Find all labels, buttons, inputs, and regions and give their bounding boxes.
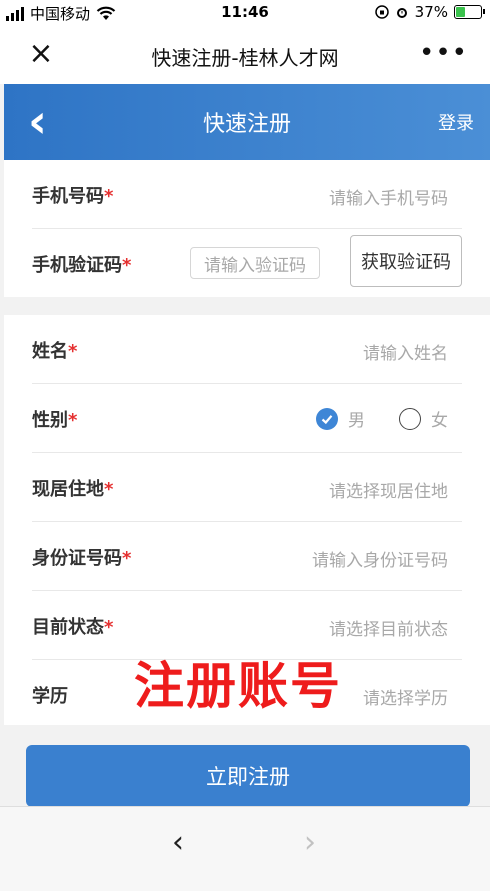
phone-input[interactable]: 请输入手机号码 [329,184,448,209]
register-button[interactable]: 立即注册 [26,745,470,807]
battery-icon [454,5,485,19]
nav-forward-icon[interactable]: › [304,825,316,860]
name-input[interactable]: 请输入姓名 [363,339,448,364]
checkmark-icon [321,414,333,424]
gender-female-radio[interactable] [399,407,421,430]
nav-back-icon[interactable]: ‹ [172,825,184,860]
status-bar: 中国移动 11:46 37% [0,0,490,26]
page-header: ‹ 快速注册 登录 [4,84,490,160]
gender-row: 性别* 男 女 [32,384,462,453]
name-row: 姓名* 请输入姓名 [32,315,462,384]
id-number-label: 身份证号码* [32,548,132,569]
browser-title: 快速注册-桂林人才网 [151,46,339,70]
login-link[interactable]: 登录 [438,109,474,135]
get-code-button[interactable]: 获取验证码 [350,235,462,287]
education-label: 学历 [32,686,68,707]
gender-label: 性别* [32,410,78,431]
status-select[interactable]: 请选择目前状态 [329,615,448,640]
battery-percent: 37% [414,3,448,21]
phone-label: 手机号码* [32,186,114,207]
sms-code-row: 手机验证码* 请输入验证码 获取验证码 [32,229,462,297]
id-number-row: 身份证号码* 请输入身份证号码 [32,522,462,591]
gender-male-label[interactable]: 男 [348,406,365,431]
id-number-input[interactable]: 请输入身份证号码 [312,546,448,571]
page-title: 快速注册 [202,112,291,137]
phone-row: 手机号码* 请输入手机号码 [32,160,462,229]
browser-title-bar: × 快速注册-桂林人才网 ••• [0,26,490,84]
sms-code-label: 手机验证码* [32,255,132,276]
sms-code-input[interactable]: 请输入验证码 [190,247,320,279]
gender-options: 男 女 [316,406,448,431]
browser-bottom-nav: ‹ › [0,806,490,891]
residence-label: 现居住地* [32,479,114,500]
residence-select[interactable]: 请选择现居住地 [329,477,448,502]
annotation-text: 注册账号 [134,657,342,715]
status-label: 目前状态* [32,617,114,638]
education-select[interactable]: 请选择学历 [363,684,448,709]
name-label: 姓名* [32,341,78,362]
status-right: 37% [374,3,485,21]
alarm-icon [396,8,407,18]
gender-female-label[interactable]: 女 [431,406,448,431]
phone-section: 手机号码* 请输入手机号码 手机验证码* 请输入验证码 获取验证码 [4,160,490,297]
orientation-lock-icon [374,5,389,19]
residence-row: 现居住地* 请选择现居住地 [32,453,462,522]
gender-male-radio[interactable] [316,407,338,430]
more-icon[interactable]: ••• [419,38,468,68]
